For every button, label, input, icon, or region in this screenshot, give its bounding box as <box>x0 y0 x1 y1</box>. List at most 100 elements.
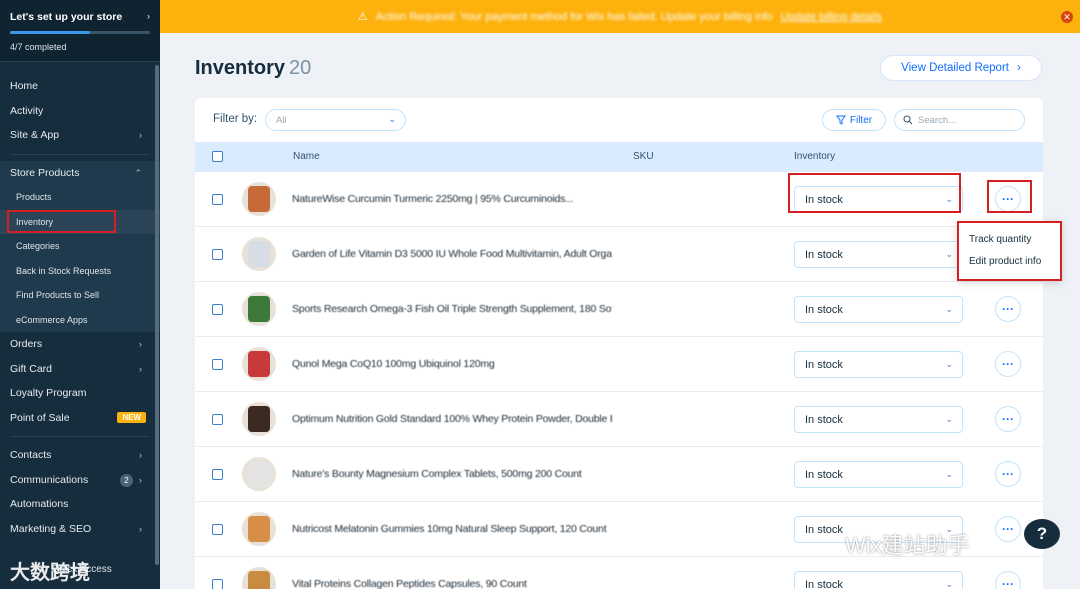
inventory-status-select[interactable]: In stock ⌄ <box>794 296 963 323</box>
table-row[interactable]: Nature's Bounty Magnesium Complex Tablet… <box>195 447 1043 502</box>
row-checkbox[interactable] <box>212 469 223 480</box>
product-image <box>248 461 270 487</box>
row-checkbox[interactable] <box>212 304 223 315</box>
more-actions-button[interactable]: ··· <box>995 461 1021 487</box>
more-actions-button[interactable]: ··· <box>995 406 1021 432</box>
sidebar-item-products[interactable]: Products <box>0 185 160 210</box>
chevron-right-icon: › <box>139 474 142 485</box>
chevron-down-icon: ⌄ <box>945 414 953 424</box>
chevron-right-icon: › <box>139 450 142 460</box>
table-row[interactable]: Optimum Nutrition Gold Standard 100% Whe… <box>195 392 1043 447</box>
product-thumbnail <box>242 292 276 326</box>
column-inventory[interactable]: Inventory <box>794 151 835 162</box>
sidebar-item-contacts[interactable]: Contacts › <box>0 443 160 468</box>
search-input[interactable]: Search... <box>894 109 1025 131</box>
sidebar-item-orders[interactable]: Orders › <box>0 332 160 357</box>
payment-banner: ⚠ Action Required: Your payment method f… <box>160 0 1080 33</box>
sidebar-item-point-of-sale[interactable]: Point of Sale NEW <box>0 406 160 431</box>
row-checkbox[interactable] <box>212 359 223 370</box>
select-all-checkbox[interactable] <box>212 151 223 162</box>
inventory-status-select[interactable]: In stock ⌄ <box>794 571 963 589</box>
sidebar-item-communications[interactable]: Communications 2 › <box>0 468 160 493</box>
product-name[interactable]: Vital Proteins Collagen Peptides Capsule… <box>292 578 612 589</box>
table-row[interactable]: Qunol Mega CoQ10 100mg Ubiquinol 120mg In… <box>195 337 1043 392</box>
inventory-panel: Filter by: All ⌄ Filter Search... Name S… <box>195 98 1043 589</box>
row-checkbox[interactable] <box>212 579 223 589</box>
column-name[interactable]: Name <box>293 151 320 162</box>
sidebar-item-find-products-to-sell[interactable]: Find Products to Sell <box>0 283 160 308</box>
product-thumbnail <box>242 512 276 546</box>
inventory-status-select[interactable]: In stock ⌄ <box>794 461 963 488</box>
sidebar-item-inventory[interactable]: Inventory <box>0 209 160 234</box>
row-checkbox[interactable] <box>212 249 223 260</box>
sidebar-item-loyalty-program[interactable]: Loyalty Program <box>0 381 160 406</box>
more-actions-button[interactable]: ··· <box>995 571 1021 589</box>
page-title: Inventory 20 <box>195 57 312 79</box>
product-name[interactable]: Qunol Mega CoQ10 100mg Ubiquinol 120mg <box>292 358 612 370</box>
product-thumbnail <box>242 182 276 216</box>
highlight-inventory <box>7 209 116 233</box>
table-header: Name SKU Inventory <box>195 142 1043 172</box>
close-icon[interactable]: ✕ <box>1061 11 1073 23</box>
chevron-right-icon: › <box>147 11 150 21</box>
row-actions-menu: Track quantity Edit product info <box>957 221 1062 281</box>
table-row[interactable]: Vital Proteins Collagen Peptides Capsule… <box>195 557 1043 589</box>
sidebar-item-marketing-seo[interactable]: Marketing & SEO › <box>0 517 160 542</box>
chevron-down-icon: ⌄ <box>945 249 953 259</box>
store-products-group: Store Products ⌃ Products Inventory Catego… <box>0 160 160 333</box>
sidebar-scrollbar[interactable] <box>155 65 159 565</box>
setup-card[interactable]: Let's set up your store › 4/7 completed <box>0 0 160 62</box>
filter-button[interactable]: Filter <box>822 109 886 131</box>
sidebar-item-store-products[interactable]: Store Products ⌃ <box>0 161 160 186</box>
sidebar-item-home[interactable]: Home <box>0 74 160 99</box>
product-image <box>248 351 270 377</box>
column-sku[interactable]: SKU <box>633 151 654 162</box>
product-name[interactable]: Garden of Life Vitamin D3 5000 IU Whole … <box>292 248 612 260</box>
new-badge: NEW <box>117 412 146 423</box>
filter-label: Filter by: <box>213 113 258 125</box>
inventory-status-select[interactable]: In stock ⌄ <box>794 351 963 378</box>
view-report-button[interactable]: View Detailed Report › <box>880 55 1042 81</box>
product-image <box>248 296 270 322</box>
filter-icon <box>835 115 846 125</box>
more-actions-button[interactable]: ··· <box>995 516 1021 542</box>
product-thumbnail <box>242 402 276 436</box>
filter-select[interactable]: All ⌄ <box>265 109 406 131</box>
product-image <box>248 186 270 212</box>
sidebar-item-gift-card[interactable]: Gift Card › <box>0 357 160 382</box>
sidebar-item-activity[interactable]: Activity <box>0 99 160 124</box>
inventory-status-select[interactable]: In stock ⌄ <box>794 241 963 268</box>
row-checkbox[interactable] <box>212 194 223 205</box>
product-image <box>248 516 270 542</box>
sidebar-item-ecommerce-apps[interactable]: eCommerce Apps <box>0 308 160 333</box>
product-name[interactable]: Sports Research Omega-3 Fish Oil Triple … <box>292 303 612 315</box>
chevron-down-icon: ⌄ <box>945 579 953 589</box>
row-checkbox[interactable] <box>212 414 223 425</box>
product-name[interactable]: Nature's Bounty Magnesium Complex Tablet… <box>292 468 612 480</box>
table-row[interactable]: Sports Research Omega-3 Fish Oil Triple … <box>195 282 1043 337</box>
sidebar-item-back-in-stock-requests[interactable]: Back in Stock Requests <box>0 259 160 284</box>
menu-item-edit-product-info[interactable]: Edit product info <box>959 251 1060 273</box>
search-icon <box>903 115 913 125</box>
product-name[interactable]: Optimum Nutrition Gold Standard 100% Whe… <box>292 413 612 425</box>
product-name[interactable]: Nutricost Melatonin Gummies 10mg Natural… <box>292 523 612 535</box>
menu-item-track-quantity[interactable]: Track quantity <box>959 229 1060 251</box>
sidebar-item-categories[interactable]: Categories <box>0 234 160 259</box>
watermark-right: Wix建站助手 <box>845 533 970 558</box>
row-checkbox[interactable] <box>212 524 223 535</box>
chevron-right-icon: › <box>139 339 142 349</box>
sidebar-item-site-app[interactable]: Site & App › <box>0 123 160 148</box>
help-button[interactable]: ? <box>1024 519 1060 549</box>
more-actions-button[interactable]: ··· <box>995 296 1021 322</box>
product-name[interactable]: NatureWise Curcumin Turmeric 2250mg | 95… <box>292 193 612 205</box>
banner-text: Action Required: Your payment method for… <box>375 10 773 23</box>
watermark-left: 大数跨境 <box>10 562 90 584</box>
sidebar-item-automations[interactable]: Automations <box>0 492 160 517</box>
table-row[interactable]: Garden of Life Vitamin D3 5000 IU Whole … <box>195 227 1043 282</box>
chevron-right-icon: › <box>1016 62 1021 74</box>
inventory-status-select[interactable]: In stock ⌄ <box>794 406 963 433</box>
setup-progress-fill <box>10 31 90 34</box>
setup-progress-bar <box>10 31 150 34</box>
more-actions-button[interactable]: ··· <box>995 351 1021 377</box>
banner-link[interactable]: Update billing details <box>781 11 883 23</box>
